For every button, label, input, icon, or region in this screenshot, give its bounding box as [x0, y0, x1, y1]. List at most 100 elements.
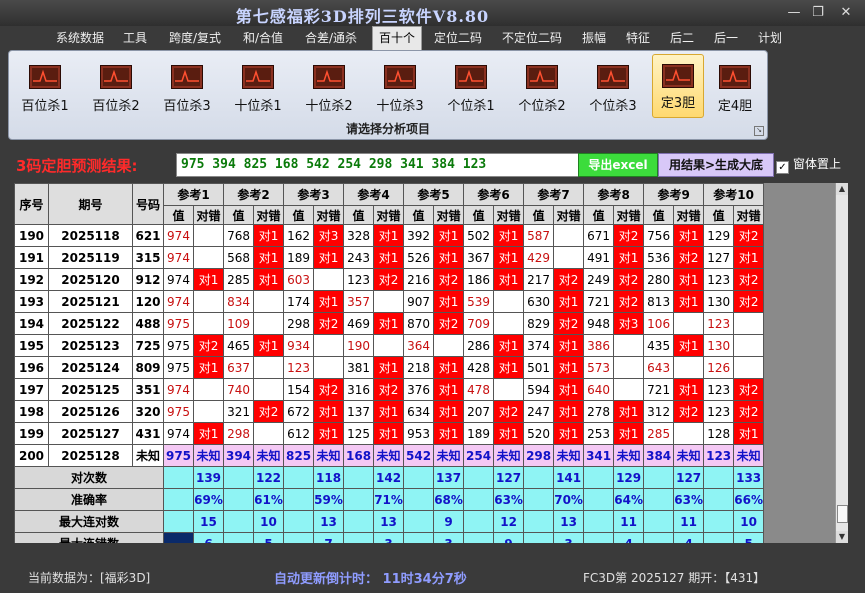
menu-feature[interactable]: 特征: [620, 28, 656, 48]
restore-button[interactable]: ❐: [808, 5, 828, 20]
table-row[interactable]: 191 2025119 315 974 568 对1 189 对1 243 对1 526 对1 367 对…: [14, 246, 765, 269]
header-result: 对错: [433, 205, 465, 225]
summary-spacer: [703, 532, 735, 543]
menu-bar: 系统数据 工具 跨度/复式 和/合值 合差/通杀 百十个 定位二码 不定位二码 …: [0, 26, 865, 50]
cell-value: 478: [463, 378, 495, 401]
scroll-thumb[interactable]: [837, 505, 848, 523]
table-row[interactable]: 196 2025124 809 975 对1 637 123 381 对1 218 对1 428 对1 5…: [14, 356, 765, 379]
table-row[interactable]: 198 2025126 320 975 321 对2 672 对1 137 对1 634 对1 207 对…: [14, 400, 765, 423]
ribbon-button-label: 定4胆: [717, 99, 753, 114]
cell-result: [673, 312, 705, 335]
cell-result: [373, 290, 405, 313]
menu-unfixed-pair[interactable]: 不定位二码: [496, 28, 568, 48]
menu-kill[interactable]: 合差/通杀: [298, 28, 364, 48]
window-on-top-checkbox[interactable]: ✓ 窗体置上: [776, 155, 841, 174]
cell-result: 对2: [553, 312, 585, 335]
ribbon-button-units-kill-3[interactable]: 个位杀3: [581, 65, 645, 121]
export-excel-button[interactable]: 导出excel: [578, 153, 658, 177]
cell-result: [253, 356, 285, 379]
result-field[interactable]: 975 394 825 168 542 254 298 341 384 123: [176, 153, 582, 177]
cell-value: 740: [223, 378, 255, 401]
cell-result: 对2: [192, 334, 225, 357]
close-button[interactable]: ✕: [836, 5, 856, 20]
menu-last-two[interactable]: 后二: [664, 28, 700, 48]
summary-spacer: [343, 488, 375, 511]
ribbon-button-fix-4-dan[interactable]: 定4胆: [707, 65, 763, 121]
summary-spacer: [643, 488, 675, 511]
menu-last-one[interactable]: 后一: [708, 28, 744, 48]
menu-amplitude[interactable]: 振幅: [576, 28, 612, 48]
table-row[interactable]: 197 2025125 351 974 740 154 对2 316 对2 376 对1 478 594…: [14, 378, 765, 401]
table-row[interactable]: 192 2025120 912 974 对1 285 对1 603 123 对2 216 对2 186 对…: [14, 268, 765, 291]
chart-icon: [29, 65, 61, 89]
row-number: 315: [132, 246, 164, 269]
cell-result: 对1: [253, 268, 285, 291]
scroll-up-icon[interactable]: ▲: [836, 183, 848, 195]
chart-icon: [662, 64, 694, 88]
summary-value: 11: [613, 510, 645, 533]
ribbon-button-units-kill-2[interactable]: 个位杀2: [510, 65, 574, 121]
cell-result: 对1: [613, 422, 645, 445]
cell-result: 对1: [613, 400, 645, 423]
cell-value: 870: [403, 312, 435, 335]
row-number: 621: [132, 224, 164, 247]
summary-spacer: [463, 466, 495, 489]
table-row[interactable]: 190 2025118 621 974 768 对1 162 对3 328 对1 392 对1 502 对…: [14, 224, 765, 247]
ribbon-button-tens-kill-1[interactable]: 十位杀1: [226, 65, 290, 121]
minimize-button[interactable]: —: [784, 5, 804, 20]
cell-value: 243: [343, 246, 375, 269]
ribbon-button-units-kill-1[interactable]: 个位杀1: [439, 65, 503, 121]
cell-result: 未知: [613, 444, 645, 467]
ribbon-button-hundreds-kill-1[interactable]: 百位杀1: [13, 65, 77, 121]
ribbon-button-hundreds-kill-3[interactable]: 百位杀3: [155, 65, 219, 121]
menu-span[interactable]: 跨度/复式: [162, 28, 228, 48]
cell-result: 对1: [613, 246, 645, 269]
cell-result: 对1: [192, 268, 225, 291]
dialog-launcher-icon[interactable]: ↘: [754, 126, 764, 136]
menu-system-data[interactable]: 系统数据: [50, 28, 110, 48]
table-row[interactable]: 195 2025123 725 975 对2 465 对1 934 190 364 286 对1 374…: [14, 334, 765, 357]
cell-value: 127: [703, 246, 735, 269]
cell-result: 未知: [253, 444, 285, 467]
cell-value: 721: [643, 378, 675, 401]
chart-icon: [242, 65, 274, 89]
ribbon-button-fix-3-dan[interactable]: 定3胆: [652, 54, 704, 118]
menu-sum[interactable]: 和/合值: [236, 28, 290, 48]
menu-tools[interactable]: 工具: [118, 28, 152, 48]
ribbon-button-label: 个位杀1: [447, 99, 495, 114]
summary-value: 133: [733, 466, 765, 489]
row-period: 2025122: [48, 312, 133, 335]
menu-fixed-pair[interactable]: 定位二码: [428, 28, 488, 48]
ribbon-button-hundreds-kill-2[interactable]: 百位杀2: [84, 65, 148, 121]
menu-plan[interactable]: 计划: [752, 28, 788, 48]
cell-result: [493, 378, 525, 401]
table-row[interactable]: 193 2025121 120 974 834 174 对1 357 907 对1 539 630 对1…: [14, 290, 765, 313]
cell-value: 671: [583, 224, 615, 247]
cell-result: 对2: [673, 400, 705, 423]
row-seq: 190: [14, 224, 49, 247]
summary-spacer: [523, 466, 555, 489]
row-seq: 191: [14, 246, 49, 269]
summary-label: 最大连对数: [14, 510, 164, 533]
generate-base-button[interactable]: 用结果>生成大底: [658, 153, 774, 177]
cell-value: 207: [463, 400, 495, 423]
summary-spacer: [163, 532, 194, 543]
row-period: 2025124: [48, 356, 133, 379]
table-row[interactable]: 194 2025122 488 975 109 298 对2 469 对1 870 对2 709 829…: [14, 312, 765, 335]
menu-position[interactable]: 百十个: [372, 26, 422, 50]
chart-icon: [597, 65, 629, 89]
status-last-draw: FC3D第 2025127 期开：【431】: [583, 571, 766, 585]
cell-result: 对2: [613, 268, 645, 291]
table-row[interactable]: 199 2025127 431 974 对1 298 612 对1 125 对1 953 对1 189 对…: [14, 422, 765, 445]
summary-value: 66%: [733, 488, 765, 511]
scroll-down-icon[interactable]: ▼: [836, 531, 848, 543]
cell-result: [313, 334, 345, 357]
vertical-scrollbar[interactable]: ▲ ▼: [835, 183, 848, 543]
cell-result: [493, 290, 525, 313]
cell-result: 未知: [433, 444, 465, 467]
table-row-pending[interactable]: 200 2025128 未知 975 未知 394 未知 825 未知 168 未知 542 未知 254…: [14, 444, 765, 467]
ribbon-button-tens-kill-3[interactable]: 十位杀3: [368, 65, 432, 121]
ribbon-button-tens-kill-2[interactable]: 十位杀2: [297, 65, 361, 121]
cell-result: 未知: [553, 444, 585, 467]
cell-value: 465: [223, 334, 255, 357]
